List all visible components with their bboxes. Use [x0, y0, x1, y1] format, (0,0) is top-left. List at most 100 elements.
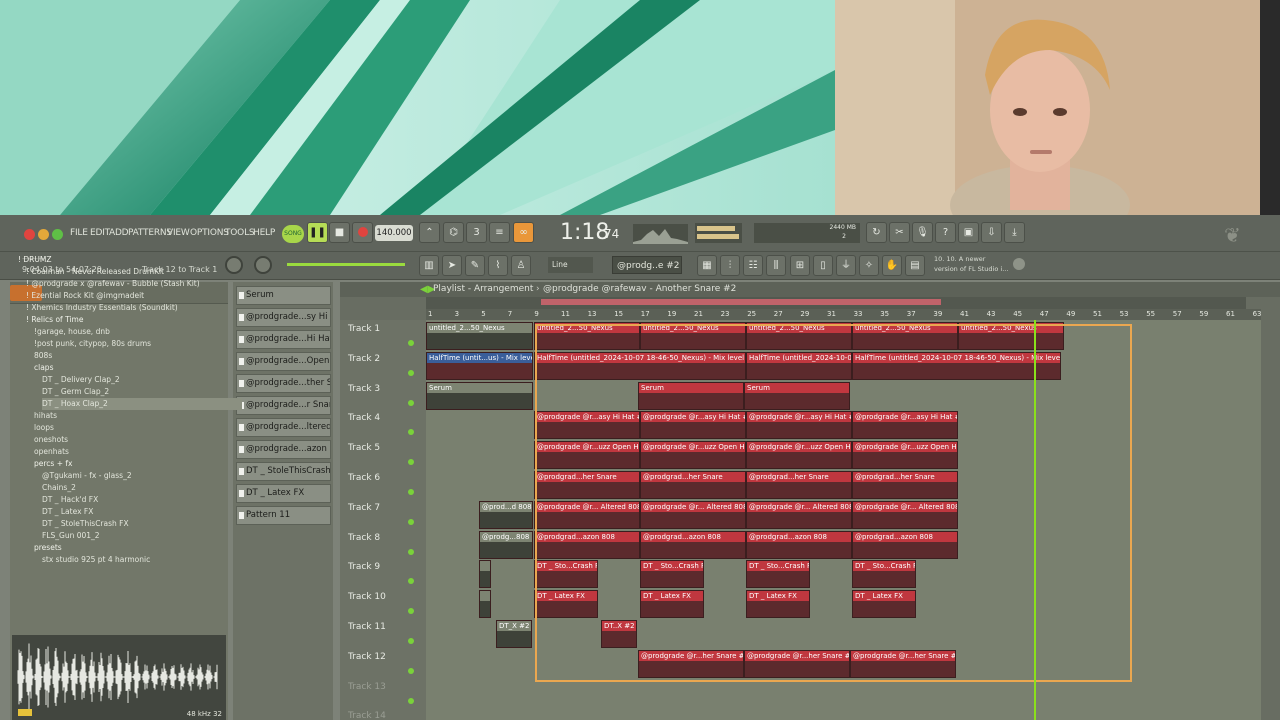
- playlist-clip[interactable]: @prodgrade @r... Altered 808: [852, 500, 958, 529]
- export-icon[interactable]: ⇩: [981, 222, 1002, 243]
- track-mute-icon[interactable]: [408, 518, 414, 525]
- playlist-clip[interactable]: [479, 560, 491, 589]
- playlist-clip[interactable]: DT _ Latex FX: [852, 590, 916, 619]
- record-button[interactable]: [352, 222, 373, 243]
- mixer-icon[interactable]: ⫶: [720, 255, 740, 276]
- playlist-clip[interactable]: DT _ Sto...Crash FX: [534, 560, 598, 589]
- channel-button[interactable]: @prodgrade...ltered 808: [236, 418, 331, 437]
- playlist-clip[interactable]: DT_X #2: [496, 620, 532, 648]
- track-mute-icon[interactable]: [408, 340, 414, 346]
- browser-item[interactable]: ! Relics of Time: [26, 314, 83, 326]
- playlist-clip[interactable]: @prod...d 808: [479, 500, 533, 529]
- loop-record-icon[interactable]: ∞: [513, 222, 534, 243]
- menu-options[interactable]: OPTIONS: [190, 228, 229, 238]
- playlist-clip[interactable]: @prodgrade @r...uzz Open Hat: [746, 441, 852, 470]
- save-icon[interactable]: ▣: [958, 222, 979, 243]
- play-button[interactable]: ❚❚: [307, 222, 328, 243]
- tempo-display[interactable]: 140.000: [375, 225, 413, 241]
- master-volume-knob[interactable]: [225, 256, 243, 274]
- browser-item[interactable]: ! Coalman - Never Released DrumKit: [26, 266, 164, 278]
- track-name[interactable]: Track 12: [348, 652, 386, 662]
- playlist-clip[interactable]: @prodgrade @r... Altered 808: [534, 500, 640, 529]
- track-name[interactable]: Track 5: [348, 443, 380, 453]
- stop-button[interactable]: ■: [329, 222, 350, 243]
- channel-button[interactable]: @prodgrade...ther Snare: [236, 374, 331, 393]
- playlist-clip[interactable]: DT _ Latex FX: [534, 590, 598, 619]
- playlist-clip[interactable]: @prodgrade @r... Altered 808: [640, 500, 746, 529]
- browser-item[interactable]: DT _ Delivery Clap_2: [42, 374, 120, 386]
- channel-button[interactable]: Serum: [236, 286, 331, 305]
- overview-bar[interactable]: [426, 297, 1246, 309]
- help-icon[interactable]: ?: [935, 222, 956, 243]
- channel-button[interactable]: DT _ StoleThisCrash FX: [236, 462, 331, 481]
- playlist-clip[interactable]: @prodgrade @r...uzz Open Hat: [534, 441, 640, 470]
- pencil-icon[interactable]: ✎: [465, 255, 485, 276]
- browser-item[interactable]: hihats: [34, 410, 57, 422]
- track-mute-icon[interactable]: [408, 608, 414, 615]
- playlist-clip[interactable]: DT _ Sto...Crash FX: [746, 560, 810, 589]
- track-name[interactable]: Track 2: [348, 354, 380, 364]
- file-icon[interactable]: ▯: [813, 255, 833, 276]
- master-pitch-knob[interactable]: [254, 256, 272, 274]
- track-name[interactable]: Track 7: [348, 503, 380, 513]
- render-icon[interactable]: ⤓: [1004, 222, 1025, 243]
- playlist-clip[interactable]: [479, 590, 491, 619]
- playlist-clip[interactable]: @prodgrade @r...asy Hi Hat #2: [640, 411, 746, 440]
- track-name[interactable]: Track 6: [348, 473, 380, 483]
- pattern-selector[interactable]: @prodg..e #2: [612, 256, 682, 274]
- microphone-icon[interactable]: 🎙: [912, 222, 933, 243]
- playlist-clip[interactable]: @prodgrade @r...her Snare #2: [638, 649, 744, 678]
- playlist-clip[interactable]: @prodgrade @r...asy Hi Hat #2: [534, 411, 640, 440]
- playlist-clip[interactable]: DT _ Latex FX: [746, 590, 810, 619]
- step-edit-icon[interactable]: ≡: [489, 222, 510, 243]
- playlist-clip[interactable]: @prodgrad...her Snare: [640, 471, 746, 499]
- browser-item[interactable]: @Tgukami - fx - glass_2: [42, 470, 132, 482]
- browser-item[interactable]: percs + fx: [34, 458, 72, 470]
- tools-icon[interactable]: ✂: [889, 222, 910, 243]
- track-mute-icon[interactable]: [408, 369, 414, 376]
- channel-button[interactable]: @prodgrade...Open Hat: [236, 352, 331, 371]
- wait-input-icon[interactable]: ⌬: [443, 222, 464, 243]
- menu-patterns[interactable]: PATTERNS: [128, 228, 172, 238]
- browser-item[interactable]: ! @prodgrade x @rafewav - Bubble (Stash …: [26, 278, 200, 290]
- menu-edit[interactable]: EDIT: [90, 228, 110, 238]
- browser-item[interactable]: DT _ StoleThisCrash FX: [42, 518, 129, 530]
- menu-view[interactable]: VIEW: [167, 228, 190, 238]
- channel-button[interactable]: @prodgrade...azon 808: [236, 440, 331, 459]
- track-mute-icon[interactable]: [408, 489, 414, 495]
- playlist-clip[interactable]: Serum: [426, 381, 533, 410]
- browser-item[interactable]: claps: [34, 362, 53, 374]
- news-icon[interactable]: [1013, 258, 1025, 270]
- browser-item[interactable]: oneshots: [34, 434, 68, 446]
- channel-button[interactable]: @prodgrade...sy Hi Hat: [236, 308, 331, 327]
- playlist-clip[interactable]: @prodgrad...her Snare: [852, 471, 958, 499]
- browser-item[interactable]: !post punk, citypop, 80s drums: [34, 338, 151, 350]
- master-slider[interactable]: [287, 263, 405, 266]
- song-mode-toggle[interactable]: SONG: [282, 225, 304, 243]
- playlist-clip[interactable]: DT _ Sto...Crash FX: [640, 560, 704, 589]
- channel-button[interactable]: @prodgrade...Hi Hat #2: [236, 330, 331, 349]
- track-mute-icon[interactable]: [408, 548, 414, 555]
- minimize-window-button[interactable]: [38, 229, 49, 240]
- playlist-clip[interactable]: @prodg...808: [479, 530, 533, 559]
- piano-roll-icon[interactable]: ▥: [419, 255, 439, 276]
- cpu-icon[interactable]: ▤: [905, 255, 925, 276]
- playlist-clip[interactable]: DT..X #2: [601, 620, 637, 648]
- wand-icon[interactable]: ✧: [859, 255, 879, 276]
- touch-icon[interactable]: ✋: [882, 255, 902, 276]
- playlist-clip[interactable]: @prodgrad...azon 808: [534, 530, 640, 559]
- playlist-icon[interactable]: ▦: [697, 255, 717, 276]
- snap-selector[interactable]: Line: [548, 257, 593, 273]
- arrangement-grid[interactable]: untitled_2...50_Nexus untitled_2...50_Nex…: [426, 320, 1261, 720]
- playlist-clip[interactable]: @prodgrade @r...her Snare #2: [744, 649, 850, 678]
- browser-item[interactable]: DT _ Hoax Clap_2: [42, 398, 242, 410]
- playlist-clip[interactable]: untitled_2...50_Nexus: [640, 322, 746, 350]
- track-mute-icon[interactable]: [408, 459, 414, 466]
- playlist-clip[interactable]: Serum: [744, 381, 850, 410]
- browser-item[interactable]: openhats: [34, 446, 69, 458]
- track-name[interactable]: Track 8: [348, 533, 380, 543]
- playhead[interactable]: [1034, 320, 1036, 720]
- browser-item[interactable]: stx studio 925 pt 4 harmonic: [42, 554, 150, 566]
- playlist-clip[interactable]: HalfTime (untitled_2024-10-07 18-46-50_N…: [746, 351, 852, 380]
- browser-item[interactable]: loops: [34, 422, 54, 434]
